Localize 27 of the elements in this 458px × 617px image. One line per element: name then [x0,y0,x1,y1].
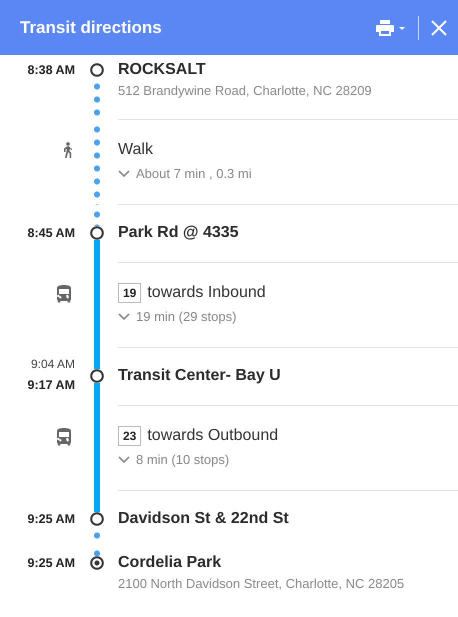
window-title: Transit directions [20,18,162,38]
stop-address: 512 Brandywine Road, Charlotte, NC 28209 [118,82,373,100]
leg-title: towards Inbound [147,284,266,302]
time-label: 9:25 AM [28,555,75,572]
leg-details: 19 min (29 stops) [136,309,236,324]
route-number: 19 [118,283,142,303]
time-label: 9:04 AM [30,356,75,373]
leg-details: 8 min (10 stops) [136,452,230,467]
time-label: 8:38 AM [28,62,75,79]
print-icon[interactable] [376,20,406,36]
leg-title: towards Outbound [147,427,278,445]
chevron-down-icon[interactable] [118,456,130,464]
close-icon[interactable] [431,20,447,36]
leg-details: About 7 min , 0.3 mi [136,166,252,181]
leg-title: Walk [118,141,153,159]
stop-name: Davidson St & 22nd St [118,509,290,529]
stop-name: ROCKSALT [118,60,207,80]
stop-name: Cordelia Park [118,553,222,573]
time-label: 9:25 AM [28,511,75,528]
stop-address: 2100 North Davidson Street, Charlotte, NC 28205 [118,575,406,593]
route-number: 23 [118,426,142,446]
stop-name: Park Rd @ 4335 [118,223,240,243]
chevron-down-icon[interactable] [118,170,130,178]
time-label: 9:17 AM [28,377,75,394]
stop-name: Transit Center- Bay U [118,366,282,386]
time-label: 8:45 AM [28,225,75,242]
chevron-down-icon[interactable] [118,312,130,320]
